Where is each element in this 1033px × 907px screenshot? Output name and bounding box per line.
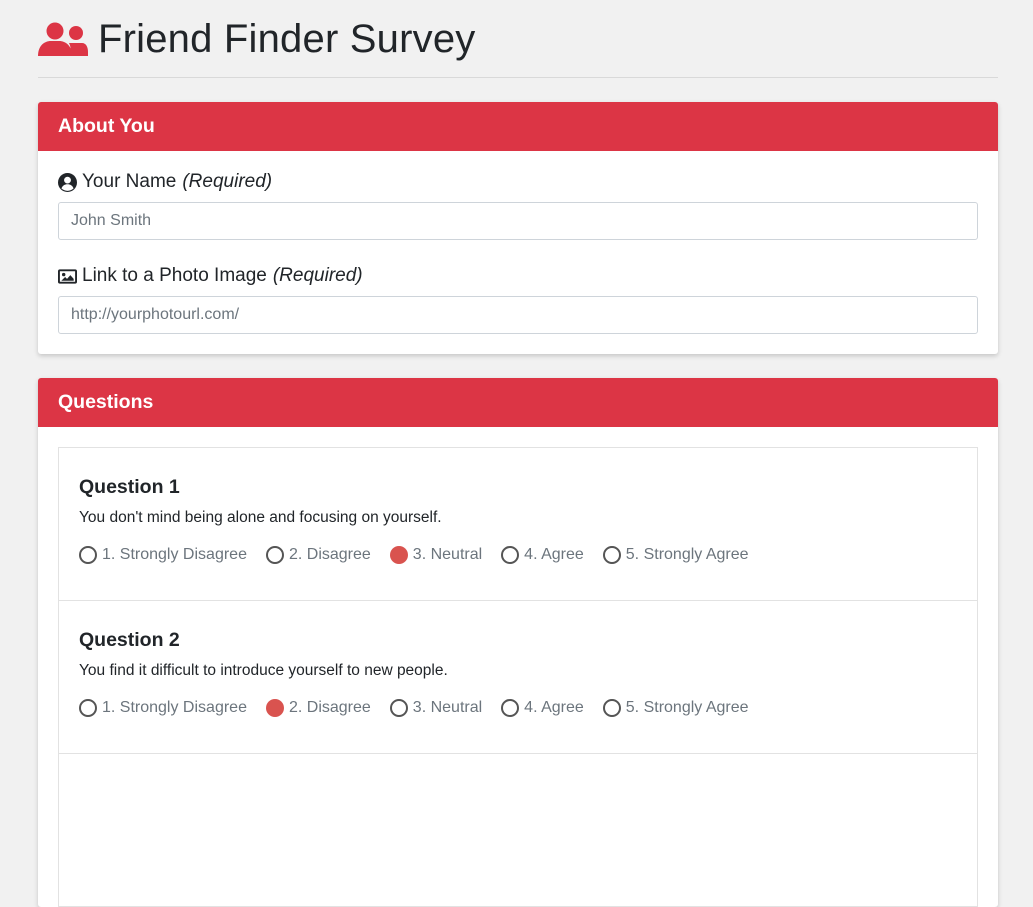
questions-body: Question 1 You don't mind being alone and… xyxy=(38,427,998,907)
question-text: You find it difficult to introduce yours… xyxy=(79,662,448,679)
about-you-header: About You xyxy=(38,102,998,151)
radio-button[interactable] xyxy=(602,699,621,717)
radio-button[interactable] xyxy=(265,546,284,564)
radio-button[interactable] xyxy=(79,699,97,717)
questions-header: Questions xyxy=(38,378,998,427)
answer-option[interactable]: 3. Neutral xyxy=(389,546,483,564)
photo-label: Link to a Photo Image (Required) xyxy=(58,265,978,287)
user-circle-icon xyxy=(58,172,77,192)
name-field-group: Your Name (Required) xyxy=(58,171,978,240)
photo-label-text: Link to a Photo Image xyxy=(82,265,267,286)
users-icon xyxy=(38,22,88,58)
name-label: Your Name (Required) xyxy=(58,171,978,193)
answer-option-label: 3. Neutral xyxy=(412,546,483,563)
answer-option[interactable]: 1. Strongly Disagree xyxy=(79,546,247,564)
photo-url-input[interactable] xyxy=(58,296,978,334)
image-icon xyxy=(58,267,77,286)
photo-field-group: Link to a Photo Image (Required) xyxy=(58,265,978,334)
radio-button[interactable] xyxy=(602,546,621,564)
question-item: Question 1 You don't mind being alone and… xyxy=(59,448,977,601)
radio-button[interactable] xyxy=(501,546,520,564)
question-title: Question 1 xyxy=(79,476,180,498)
answer-option[interactable]: 2. Disagree xyxy=(265,699,371,717)
questions-card: Questions Question 1 You don't mind being… xyxy=(38,378,998,907)
answer-option[interactable]: 2. Disagree xyxy=(265,546,371,564)
radio-button[interactable] xyxy=(501,699,520,717)
answer-option[interactable]: 4. Agree xyxy=(501,546,584,564)
answer-option-label: 5. Strongly Agree xyxy=(625,699,749,716)
photo-required-note: (Required) xyxy=(272,265,363,286)
radio-button[interactable] xyxy=(79,546,97,564)
radio-button[interactable] xyxy=(389,699,408,717)
answer-option-label: 5. Strongly Agree xyxy=(625,546,749,563)
question-text: You don't mind being alone and focusing … xyxy=(79,509,442,526)
name-input[interactable] xyxy=(58,202,978,240)
answer-option[interactable]: 5. Strongly Agree xyxy=(602,699,749,717)
name-label-text: Your Name xyxy=(82,171,177,192)
question-list: Question 1 You don't mind being alone and… xyxy=(58,447,978,907)
answer-option-label: 1. Strongly Disagree xyxy=(102,699,247,716)
answer-option-label: 4. Agree xyxy=(524,699,584,716)
answer-options: 1. Strongly Disagree 2. Disagree 3. Neutra… xyxy=(79,546,957,564)
about-you-card: About You Your Name (Required) John Smit… xyxy=(38,102,998,354)
answer-option[interactable]: 3. Neutral xyxy=(389,699,483,717)
answer-option-label: 1. Strongly Disagree xyxy=(102,546,247,563)
page-container: Friend Finder Survey About You Your Name… xyxy=(38,0,998,907)
question-item xyxy=(59,754,977,907)
page-title: Friend Finder Survey xyxy=(98,17,476,61)
question-item: Question 2 You find it difficult to intro… xyxy=(59,601,977,754)
about-you-body: Your Name (Required) Link to a Photo Ima… xyxy=(38,151,998,354)
answer-option-label: 2. Disagree xyxy=(288,699,371,716)
answer-option-label: 2. Disagree xyxy=(288,546,371,563)
answer-option-label: 3. Neutral xyxy=(412,699,483,716)
question-title: Question 2 xyxy=(79,629,180,651)
radio-button-selected[interactable] xyxy=(265,699,284,717)
answer-option[interactable]: 4. Agree xyxy=(501,699,584,717)
page-header: Friend Finder Survey xyxy=(38,0,998,78)
radio-button-selected[interactable] xyxy=(389,546,408,564)
answer-option[interactable]: 1. Strongly Disagree xyxy=(79,699,247,717)
answer-options: 1. Strongly Disagree 2. Disagree 3. Neutra… xyxy=(79,699,957,717)
answer-option[interactable]: 5. Strongly Agree xyxy=(602,546,749,564)
answer-option-label: 4. Agree xyxy=(524,546,584,563)
name-required-note: (Required) xyxy=(182,171,273,192)
